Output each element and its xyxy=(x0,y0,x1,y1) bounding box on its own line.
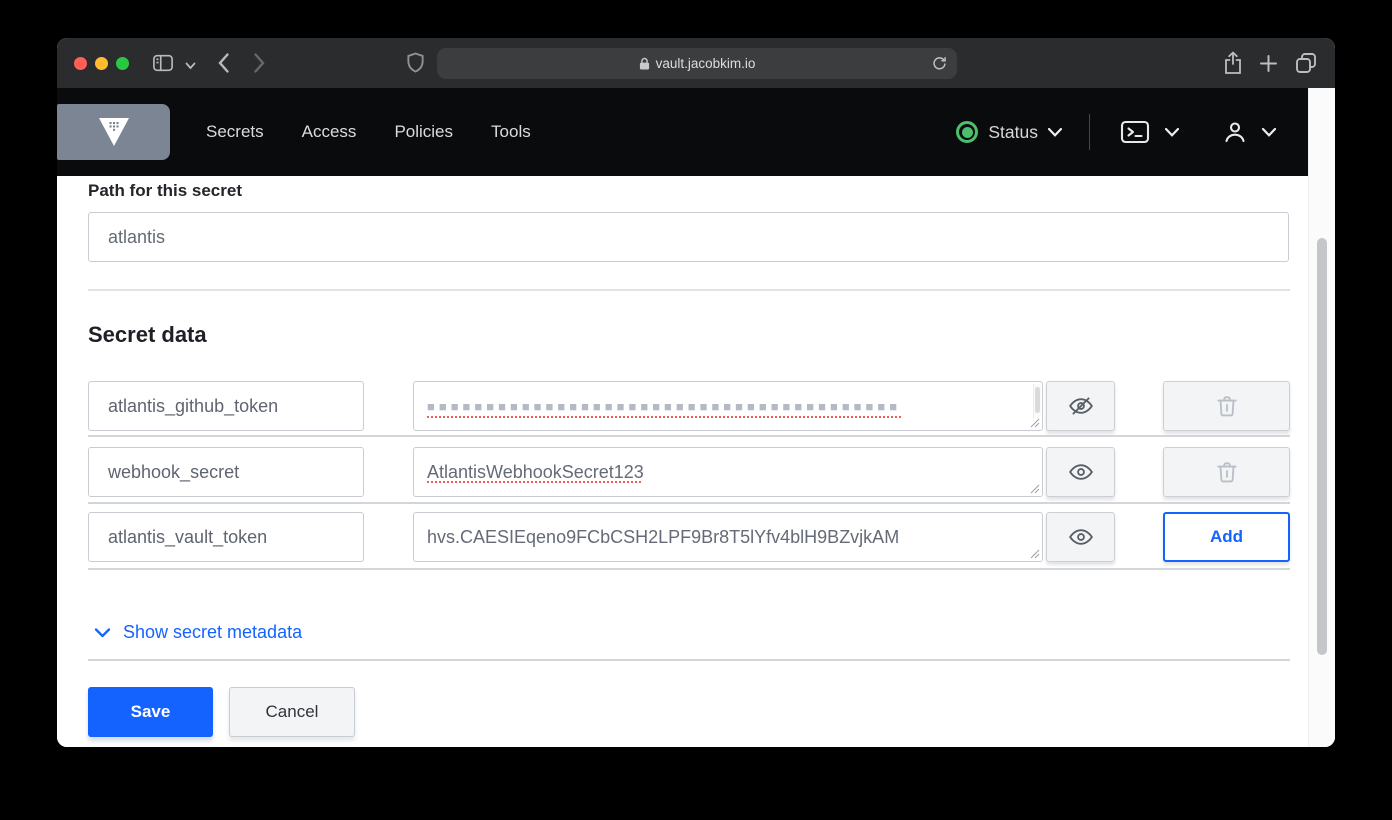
delete-row-button-1[interactable] xyxy=(1163,381,1290,431)
secret-value-input-2[interactable]: AtlantisWebhookSecret123 xyxy=(413,447,1043,497)
address-bar[interactable]: vault.jacobkim.io xyxy=(437,48,957,79)
secret-data-heading: Secret data xyxy=(88,322,207,347)
tab-overview-icon[interactable] xyxy=(1294,51,1318,75)
toggle-visibility-button-1[interactable] xyxy=(1046,381,1115,431)
nav-link-secrets[interactable]: Secrets xyxy=(206,122,264,142)
show-secret-metadata-label: Show secret metadata xyxy=(123,622,303,642)
status-menu[interactable]: Status xyxy=(988,122,1038,143)
show-secret-metadata-toggle[interactable]: Show secret metadata xyxy=(94,622,302,643)
secret-key-value-3: atlantis_vault_token xyxy=(108,526,268,547)
secret-key-value-2: webhook_secret xyxy=(108,461,240,482)
share-icon[interactable] xyxy=(1223,51,1243,75)
trash-icon xyxy=(1214,393,1240,419)
toggle-visibility-button-3[interactable] xyxy=(1046,512,1115,562)
secret-value-text-2: AtlantisWebhookSecret123 xyxy=(427,461,644,482)
chevron-down-icon xyxy=(94,627,111,639)
save-button[interactable]: Save xyxy=(88,687,213,737)
divider xyxy=(88,289,1290,291)
divider xyxy=(88,659,1290,661)
secret-key-value-1: atlantis_github_token xyxy=(108,395,279,416)
resize-grip-icon[interactable] xyxy=(1030,484,1040,494)
secret-value-input-1[interactable]: ■■■■■■■■■■■■■■■■■■■■■■■■■■■■■■■■■■■■■■■■ xyxy=(413,381,1043,431)
console-chevron-icon[interactable] xyxy=(1164,127,1180,138)
toggle-visibility-button-2[interactable] xyxy=(1046,447,1115,497)
secret-key-input-1[interactable]: atlantis_github_token xyxy=(88,381,364,431)
lock-icon xyxy=(639,57,650,70)
forward-button[interactable] xyxy=(253,52,266,74)
path-input[interactable]: atlantis xyxy=(88,212,1289,262)
row-divider xyxy=(88,435,1290,437)
new-tab-icon[interactable] xyxy=(1258,53,1279,74)
privacy-shield-icon[interactable] xyxy=(406,51,425,75)
cancel-button[interactable]: Cancel xyxy=(229,687,355,737)
nav-link-tools[interactable]: Tools xyxy=(491,122,531,142)
fullscreen-window-button[interactable] xyxy=(116,57,129,70)
sidebar-chevron-icon[interactable] xyxy=(185,62,196,70)
nav-link-policies[interactable]: Policies xyxy=(394,122,453,142)
trash-icon xyxy=(1214,459,1240,485)
user-icon[interactable] xyxy=(1222,119,1248,145)
secret-value-input-3[interactable]: hvs.CAESIEqeno9FCbCSH2LPF9Br8T5lYfv4blH9… xyxy=(413,512,1043,562)
back-button[interactable] xyxy=(217,52,230,74)
secret-create-form: Path for this secret atlantis Secret dat… xyxy=(57,176,1308,747)
row-divider xyxy=(88,568,1290,570)
close-window-button[interactable] xyxy=(74,57,87,70)
eye-icon xyxy=(1067,459,1095,485)
path-label: Path for this secret xyxy=(88,181,242,200)
minimize-window-button[interactable] xyxy=(95,57,108,70)
nav-divider xyxy=(1089,114,1090,150)
secret-value-text-3: hvs.CAESIEqeno9FCbCSH2LPF9Br8T5lYfv4blH9… xyxy=(427,526,900,547)
secret-key-input-2[interactable]: webhook_secret xyxy=(88,447,364,497)
page-scrollbar-thumb[interactable] xyxy=(1317,238,1327,655)
nav-link-access[interactable]: Access xyxy=(302,122,357,142)
url-text: vault.jacobkim.io xyxy=(655,56,756,71)
eye-icon xyxy=(1067,524,1095,550)
secret-key-input-3[interactable]: atlantis_vault_token xyxy=(88,512,364,562)
user-chevron-icon[interactable] xyxy=(1261,127,1277,138)
secret-value-masked-1: ■■■■■■■■■■■■■■■■■■■■■■■■■■■■■■■■■■■■■■■■ xyxy=(427,398,902,414)
textarea-scrollbar[interactable] xyxy=(1033,384,1041,419)
console-icon[interactable] xyxy=(1120,119,1150,145)
status-indicator-icon xyxy=(956,121,979,143)
row-divider xyxy=(88,502,1290,504)
add-row-button[interactable]: Add xyxy=(1163,512,1290,562)
status-chevron-icon[interactable] xyxy=(1047,127,1063,138)
vault-logo[interactable] xyxy=(57,104,170,160)
browser-window: vault.jacobkim.io Secrets Access Policie… xyxy=(57,38,1335,747)
vault-logo-icon xyxy=(98,118,129,146)
resize-grip-icon[interactable] xyxy=(1030,418,1040,428)
delete-row-button-2[interactable] xyxy=(1163,447,1290,497)
path-input-value: atlantis xyxy=(108,226,166,247)
eye-off-icon xyxy=(1067,393,1095,419)
vault-navbar: Secrets Access Policies Tools Status xyxy=(57,88,1308,176)
sidebar-toggle-icon[interactable] xyxy=(152,53,174,73)
browser-titlebar: vault.jacobkim.io xyxy=(57,38,1335,88)
reload-icon[interactable] xyxy=(931,55,948,72)
resize-grip-icon[interactable] xyxy=(1030,549,1040,559)
